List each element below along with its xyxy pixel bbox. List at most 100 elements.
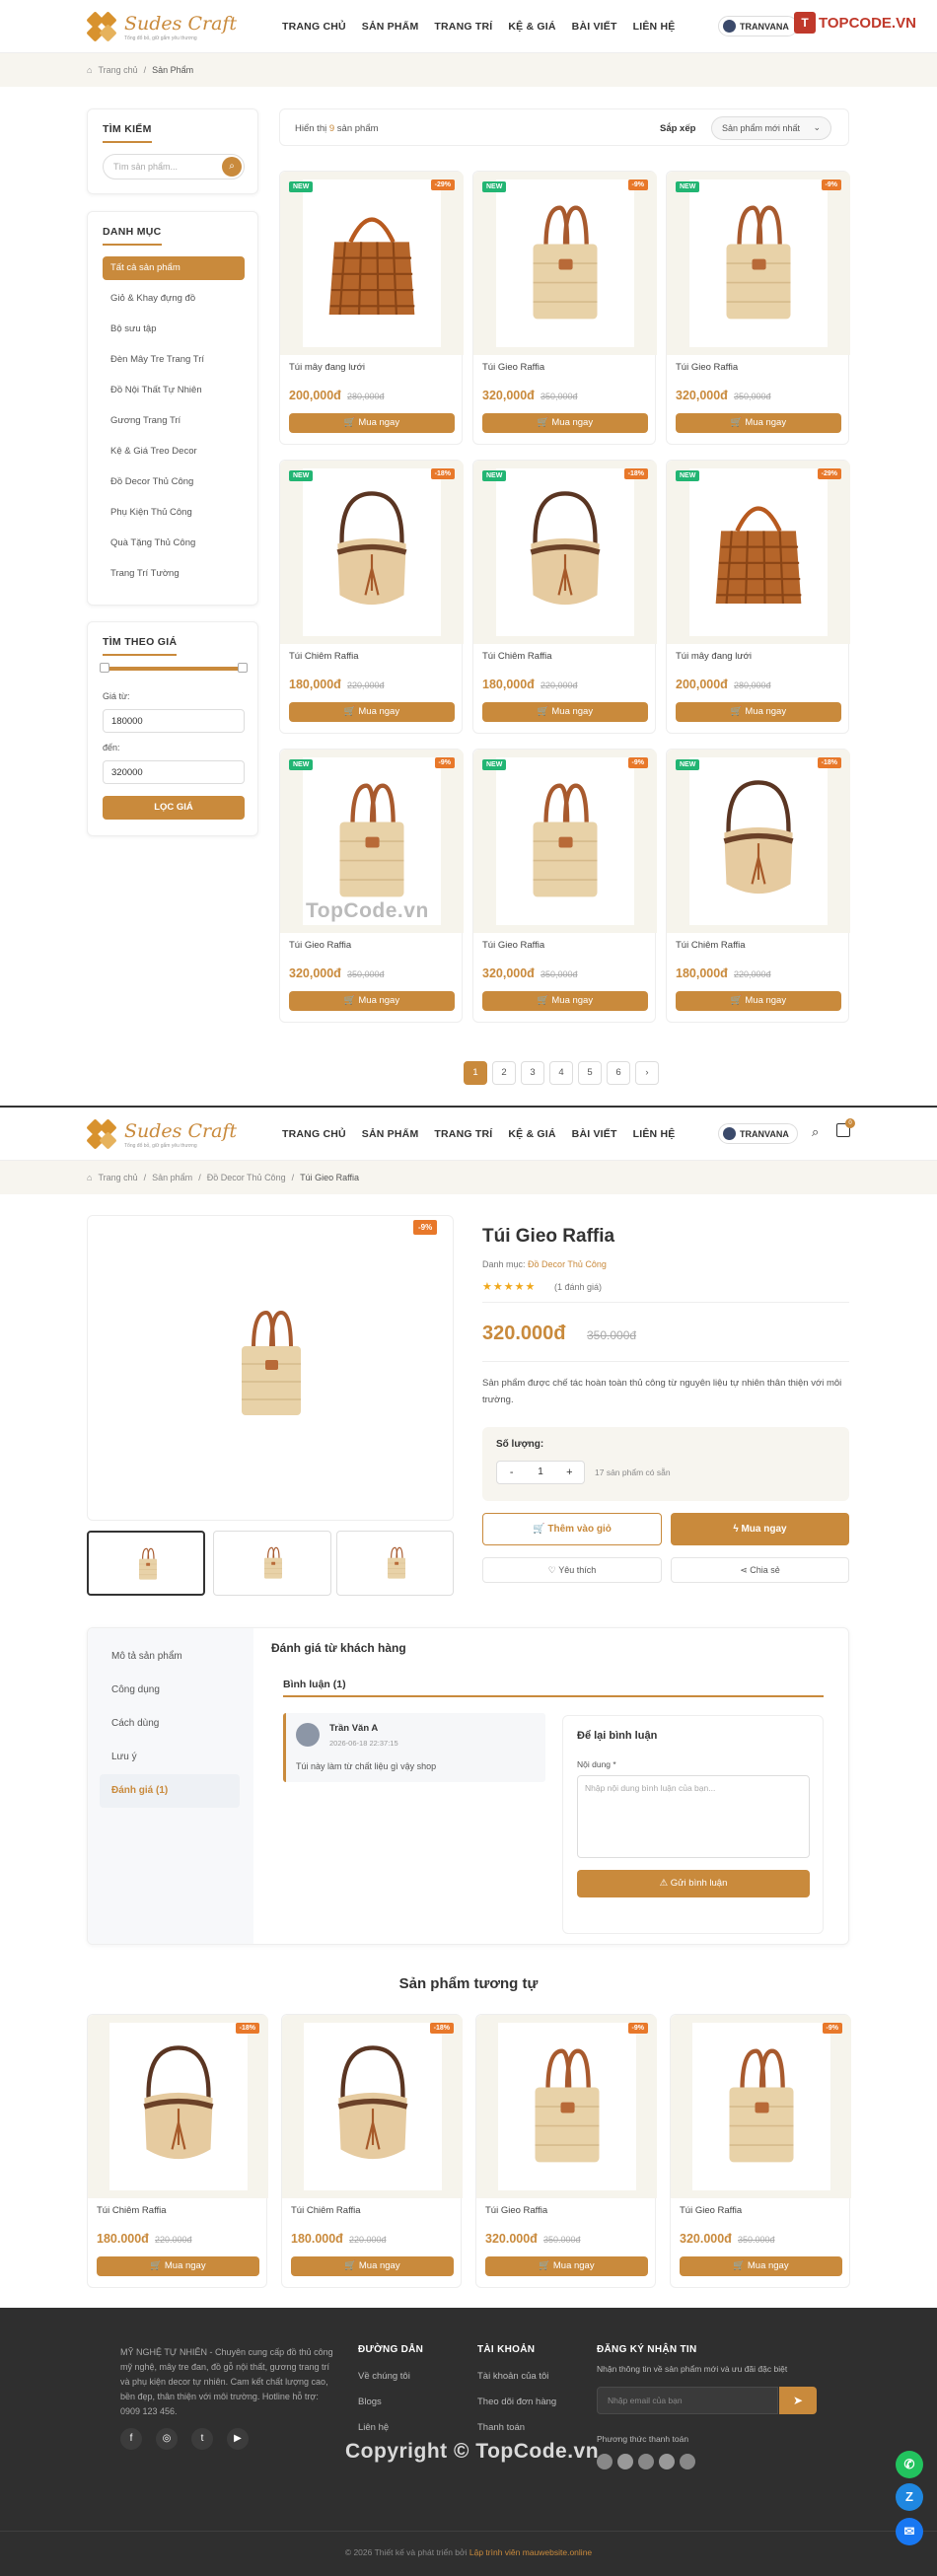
product-name[interactable]: Túi Gieo Raffia: [680, 2205, 742, 2216]
category-item[interactable]: Bộ sưu tập: [103, 314, 245, 344]
quantity-input[interactable]: 1: [526, 1462, 554, 1483]
nav-home[interactable]: TRANG CHỦ: [282, 1128, 346, 1140]
footer-link-about[interactable]: Về chúng tôi: [358, 2371, 410, 2382]
product-name[interactable]: Túi Chiêm Raffia: [676, 940, 746, 951]
pagination-page[interactable]: 3: [521, 1061, 544, 1085]
product-image[interactable]: NEW -29%: [280, 172, 464, 355]
pagination-page[interactable]: 4: [549, 1061, 573, 1085]
pagination-next[interactable]: ›: [635, 1061, 659, 1085]
price-slider-track[interactable]: [103, 667, 245, 671]
sort-select[interactable]: Sản phẩm mới nhất ⌄: [711, 116, 831, 140]
product-image[interactable]: -9%: [671, 2015, 851, 2198]
product-name[interactable]: Túi mây đang lưới: [289, 362, 365, 373]
buy-now-button[interactable]: 🛒 Mua ngay: [676, 413, 841, 433]
product-name[interactable]: Túi Gieo Raffia: [289, 940, 351, 951]
share-button[interactable]: ⋖ Chia sẻ: [671, 1557, 849, 1583]
buy-now-button[interactable]: 🛒 Mua ngay: [482, 413, 648, 433]
comment-textarea[interactable]: Nhập nội dung bình luận của bạn...: [577, 1775, 810, 1858]
breadcrumb-home[interactable]: Trang chủ: [98, 65, 137, 75]
rating-count[interactable]: (1 đánh giá): [554, 1282, 602, 1292]
tab-reviews[interactable]: Đánh giá (1): [100, 1774, 240, 1808]
product-image[interactable]: NEW -29%: [667, 461, 850, 644]
product-name[interactable]: Túi Gieo Raffia: [485, 2205, 547, 2216]
buy-now-button[interactable]: 🛒 Mua ngay: [676, 991, 841, 1011]
pagination-page[interactable]: 2: [492, 1061, 516, 1085]
newsletter-email-input[interactable]: Nhập email của bạn: [597, 2387, 778, 2414]
footer-link-contact[interactable]: Liên hệ: [358, 2422, 389, 2433]
pagination-page[interactable]: 5: [578, 1061, 602, 1085]
breadcrumb-category[interactable]: Đồ Decor Thủ Công: [207, 1173, 286, 1182]
product-card[interactable]: -18% Túi Chiêm Raffia 180.000đ 220.000đ 🛒 Mu…: [281, 2014, 463, 2288]
comments-tab[interactable]: Bình luận (1): [283, 1679, 346, 1690]
nav-products[interactable]: SẢN PHẨM: [362, 1128, 419, 1140]
buy-now-button[interactable]: 🛒 Mua ngay: [485, 2256, 648, 2276]
nav-contact[interactable]: LIÊN HỆ: [633, 1128, 676, 1140]
nav-shelves[interactable]: KỆ & GIÁ: [508, 1128, 555, 1140]
product-card[interactable]: NEW -29% Túi mây đang lưới 200,000đ 280,000đ…: [666, 460, 850, 734]
user-menu[interactable]: TRANVANA: [718, 1123, 798, 1144]
product-card[interactable]: NEW -18% Túi Chiêm Raffia 180,000đ 220,000đ 🛒…: [666, 749, 850, 1023]
nav-blog[interactable]: BÀI VIẾT: [572, 21, 617, 33]
category-item[interactable]: Trang Trí Tường: [103, 558, 245, 589]
user-menu[interactable]: TRANVANA: [718, 16, 798, 36]
breadcrumb-products[interactable]: Sản phẩm: [152, 1173, 192, 1182]
buy-now-button[interactable]: 🛒 Mua ngay: [482, 991, 648, 1011]
pagination-page[interactable]: 1: [464, 1061, 487, 1085]
buy-now-button[interactable]: 🛒 Mua ngay: [97, 2256, 259, 2276]
product-name[interactable]: Túi Gieo Raffia: [482, 362, 544, 373]
buy-now-button[interactable]: 🛒 Mua ngay: [289, 702, 455, 722]
search-button[interactable]: ⌕: [222, 157, 242, 177]
product-card[interactable]: NEW -29% Túi mây đang lưới 200,000đ 280,000đ…: [279, 171, 464, 445]
thumbnail-2[interactable]: [213, 1531, 331, 1596]
tab-description[interactable]: Mô tả sản phẩm: [100, 1640, 240, 1674]
product-image[interactable]: -18%: [88, 2015, 268, 2198]
category-item[interactable]: Phụ Kiện Thủ Công: [103, 497, 245, 528]
product-card[interactable]: -9% Túi Gieo Raffia 320.000đ 350.000đ 🛒 Mua …: [475, 2014, 657, 2288]
instagram-icon[interactable]: ◎: [156, 2428, 178, 2450]
category-item-all[interactable]: Tất cả sản phẩm: [103, 256, 245, 280]
product-card[interactable]: NEW -9% Túi Gieo Raffia 320,000đ 350,000đ 🛒 M…: [472, 749, 657, 1023]
product-image[interactable]: NEW -9%: [473, 750, 657, 933]
buy-now-button[interactable]: 🛒 Mua ngay: [676, 702, 841, 722]
product-card[interactable]: -9% Túi Gieo Raffia 320.000đ 350.000đ 🛒 Mua …: [670, 2014, 851, 2288]
nav-blog[interactable]: BÀI VIẾT: [572, 1128, 617, 1140]
nav-decor[interactable]: TRANG TRÍ: [434, 1128, 492, 1140]
nav-shelves[interactable]: KỆ & GIÁ: [508, 21, 555, 33]
product-card[interactable]: NEW -18% Túi Chiêm Raffia 180,000đ 220,000đ 🛒…: [279, 460, 464, 734]
footer-link-orders[interactable]: Theo dõi đơn hàng: [477, 2397, 556, 2407]
product-name[interactable]: Túi Gieo Raffia: [676, 362, 738, 373]
buy-now-button[interactable]: 🛒 Mua ngay: [680, 2256, 842, 2276]
product-image[interactable]: -9%: [476, 2015, 657, 2198]
buy-now-button[interactable]: ϟ Mua ngay: [671, 1513, 849, 1545]
thumbnail-3[interactable]: [336, 1531, 454, 1596]
price-slider-min-handle[interactable]: [100, 663, 109, 673]
category-item[interactable]: Đồ Nội Thất Tự Nhiên: [103, 375, 245, 405]
youtube-icon[interactable]: ▶: [227, 2428, 249, 2450]
add-to-cart-button[interactable]: 🛒 Thêm vào giỏ: [482, 1513, 662, 1545]
wishlist-button[interactable]: ♡ Yêu thích: [482, 1557, 662, 1583]
nav-decor[interactable]: TRANG TRÍ: [434, 21, 492, 33]
search-icon[interactable]: ⌕: [812, 1124, 819, 1140]
category-item[interactable]: Giỏ & Khay đựng đồ: [103, 283, 245, 314]
footer-credit-link[interactable]: Lập trình viên mauwebsite.online: [469, 2547, 592, 2557]
nav-contact[interactable]: LIÊN HỆ: [633, 21, 676, 33]
product-name[interactable]: Túi Chiêm Raffia: [482, 651, 552, 662]
buy-now-button[interactable]: 🛒 Mua ngay: [291, 2256, 454, 2276]
footer-link-blogs[interactable]: Blogs: [358, 2397, 382, 2407]
submit-comment-button[interactable]: ⚠ Gửi bình luận: [577, 1870, 810, 1897]
product-card[interactable]: NEW -9% Túi Gieo Raffia 320,000đ 350,000đ 🛒 M…: [666, 171, 850, 445]
category-item[interactable]: Kệ & Giá Treo Decor: [103, 436, 245, 466]
product-name[interactable]: Túi Chiêm Raffia: [289, 651, 359, 662]
category-link[interactable]: Đồ Decor Thủ Công: [528, 1259, 607, 1269]
nav-products[interactable]: SẢN PHẨM: [362, 21, 419, 33]
product-name[interactable]: Túi Chiêm Raffia: [291, 2205, 361, 2216]
breadcrumb-home[interactable]: Trang chủ: [98, 1173, 137, 1182]
buy-now-button[interactable]: 🛒 Mua ngay: [482, 702, 648, 722]
price-slider-max-handle[interactable]: [238, 663, 248, 673]
footer-link-checkout[interactable]: Thanh toán: [477, 2422, 525, 2433]
product-image[interactable]: NEW -9%: [667, 172, 850, 355]
facebook-icon[interactable]: f: [120, 2428, 142, 2450]
product-image[interactable]: NEW -18%: [667, 750, 850, 933]
category-item[interactable]: Quà Tặng Thủ Công: [103, 528, 245, 558]
product-image[interactable]: NEW -18%: [280, 461, 464, 644]
